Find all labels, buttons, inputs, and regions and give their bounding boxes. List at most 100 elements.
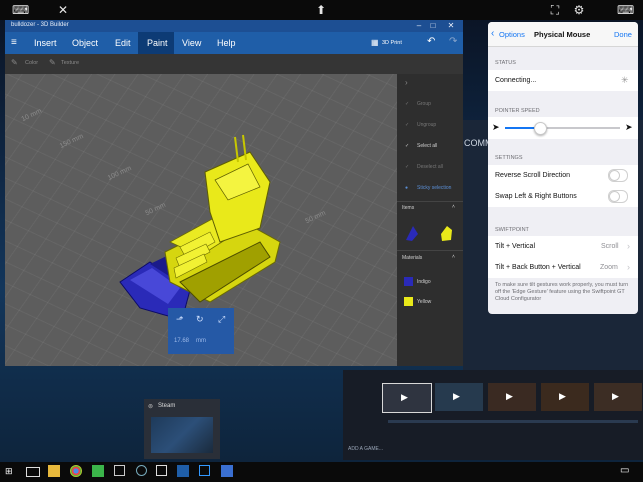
pin-icon[interactable]: ⬆ bbox=[314, 3, 328, 17]
ungroup-action[interactable]: Ungroup bbox=[417, 122, 436, 128]
menu-view[interactable]: View bbox=[182, 38, 201, 48]
start-icon[interactable]: ⊞ bbox=[5, 466, 13, 477]
print-button[interactable]: 3D Print bbox=[382, 40, 402, 46]
deselect-all-icon: ✓ bbox=[405, 164, 410, 170]
status-cell: Connecting... ✳ bbox=[488, 70, 638, 91]
visual-studio-icon[interactable] bbox=[221, 465, 233, 477]
game-thumb[interactable]: ▶ bbox=[435, 383, 483, 411]
select-all-icon: ✓ bbox=[405, 143, 410, 149]
items-title: Items bbox=[402, 205, 415, 211]
hamburger-icon[interactable]: ≡ bbox=[11, 37, 17, 48]
settings-header: SETTINGS bbox=[495, 155, 523, 161]
steam-preview bbox=[151, 417, 213, 453]
pointer-speed-slider[interactable] bbox=[533, 122, 547, 135]
chevron-up-icon[interactable]: ˄ bbox=[452, 254, 455, 260]
options-back-button[interactable]: Options bbox=[499, 30, 525, 39]
app-icon[interactable] bbox=[92, 465, 104, 477]
item-indigo-thumb[interactable] bbox=[405, 224, 419, 242]
reverse-scroll-toggle[interactable] bbox=[608, 169, 628, 182]
scale-icon[interactable]: ⤢ bbox=[218, 314, 225, 325]
add-game-button[interactable]: ADD A GAME... bbox=[348, 446, 383, 452]
select-all-action[interactable]: Select all bbox=[417, 143, 437, 149]
keyboard-icon[interactable]: ⌨ bbox=[617, 3, 634, 17]
chrome-icon[interactable] bbox=[70, 465, 82, 477]
play-icon: ▶ bbox=[453, 391, 460, 401]
undo-icon[interactable]: ↶ bbox=[427, 36, 435, 47]
3d-builder-icon[interactable] bbox=[156, 465, 167, 476]
app-icon[interactable] bbox=[114, 465, 125, 476]
status-value: Connecting... bbox=[495, 77, 537, 84]
deselect-all-action[interactable]: Deselect all bbox=[417, 164, 443, 170]
color-tool-icon[interactable]: ✎ bbox=[11, 58, 18, 67]
fullscreen-icon[interactable]: ⛶ bbox=[548, 3, 562, 17]
menu-bar: ≡ Insert Object Edit Paint View Help ▦ 3… bbox=[5, 32, 463, 54]
material-name[interactable]: Indigo bbox=[417, 279, 431, 285]
materials-title: Materials bbox=[402, 255, 423, 261]
game-thumb[interactable]: ▶ bbox=[488, 383, 536, 411]
swap-buttons-label: Swap Left & Right Buttons bbox=[495, 193, 577, 200]
back-chevron-icon[interactable]: ‹ bbox=[491, 28, 494, 39]
task-view-icon[interactable] bbox=[26, 467, 40, 477]
rotate-icon[interactable]: ↻ bbox=[196, 314, 204, 325]
game-thumb[interactable]: ▶ bbox=[541, 383, 589, 411]
scrollbar[interactable] bbox=[388, 420, 638, 423]
color-tool[interactable]: Color bbox=[25, 60, 38, 66]
steam-task-icon[interactable] bbox=[177, 465, 189, 477]
menu-insert[interactable]: Insert bbox=[34, 38, 57, 48]
reverse-scroll-label: Reverse Scroll Direction bbox=[495, 172, 571, 179]
file-explorer-icon[interactable] bbox=[48, 465, 60, 477]
fast-pointer-icon: ➤ bbox=[625, 122, 633, 132]
title-bar: bulldozer - 3D Builder – □ ✕ bbox=[5, 20, 463, 32]
maximize-icon[interactable]: □ bbox=[427, 21, 439, 30]
bulldozer-model[interactable] bbox=[110, 132, 285, 322]
texture-tool[interactable]: Texture bbox=[61, 60, 79, 66]
game-thumb[interactable]: ▶ bbox=[382, 383, 432, 413]
close-icon[interactable]: ✕ bbox=[56, 3, 70, 17]
sticky-selection-action[interactable]: Sticky selection bbox=[417, 185, 451, 191]
pointer-speed-cell: ➤ ➤ bbox=[488, 117, 638, 139]
reverse-scroll-cell: Reverse Scroll Direction bbox=[488, 165, 638, 187]
app-icon[interactable] bbox=[136, 465, 147, 476]
material-name[interactable]: Yellow bbox=[417, 299, 431, 305]
tilt-back-cell[interactable]: Tilt + Back Button + Vertical Zoom › bbox=[488, 257, 638, 278]
move-icon[interactable]: ⬏ bbox=[176, 314, 184, 325]
swap-buttons-toggle[interactable] bbox=[608, 190, 628, 203]
print-icon[interactable]: ▦ bbox=[371, 38, 379, 47]
done-button[interactable]: Done bbox=[614, 30, 632, 39]
tilt-vertical-label: Tilt + Vertical bbox=[495, 243, 536, 250]
redo-icon[interactable]: ↷ bbox=[449, 36, 457, 47]
steam-window-thumbnail[interactable]: ⊚ Steam bbox=[144, 399, 220, 459]
material-swatch-indigo[interactable] bbox=[404, 277, 413, 286]
menu-object[interactable]: Object bbox=[72, 38, 98, 48]
app-icon[interactable] bbox=[199, 465, 210, 476]
menu-edit[interactable]: Edit bbox=[115, 38, 131, 48]
menu-paint[interactable]: Paint bbox=[147, 38, 168, 48]
notification-icon[interactable]: ▭ bbox=[620, 465, 629, 476]
material-swatch-yellow[interactable] bbox=[404, 297, 413, 306]
tilt-vertical-value: Scroll bbox=[601, 243, 619, 250]
paint-toolbar: ✎ Color ✎ Texture bbox=[5, 54, 463, 74]
3d-viewport[interactable]: 10 mm 150 mm 100 mm 50 mm 50 mm ⬏ ↻ ⤢ 17… bbox=[5, 74, 397, 366]
play-icon: ▶ bbox=[506, 391, 513, 401]
item-yellow-thumb[interactable] bbox=[439, 224, 453, 242]
group-action[interactable]: Group bbox=[417, 101, 431, 107]
ungroup-icon: ✓ bbox=[405, 122, 410, 128]
measure-value[interactable]: 17.68 bbox=[174, 338, 189, 344]
swiftpoint-header: SWIFTPOINT bbox=[495, 227, 529, 233]
game-thumb[interactable]: ▶ bbox=[594, 383, 642, 411]
chevron-right-icon[interactable]: › bbox=[405, 78, 408, 87]
selection-panel: ⬏ ↻ ⤢ 17.68 mm bbox=[168, 308, 234, 354]
texture-tool-icon[interactable]: ✎ bbox=[49, 58, 56, 67]
keyboard-icon[interactable]: ⌨ bbox=[12, 3, 29, 17]
chevron-right-icon: › bbox=[627, 262, 630, 272]
popover-header: ‹ Options Physical Mouse Done bbox=[488, 22, 638, 47]
menu-help[interactable]: Help bbox=[217, 38, 236, 48]
settings-icon[interactable]: ⚙ bbox=[572, 3, 586, 17]
status-header: STATUS bbox=[495, 60, 516, 66]
minimize-icon[interactable]: – bbox=[413, 21, 425, 30]
steam-label: Steam bbox=[158, 403, 176, 409]
toggle-knob bbox=[609, 191, 620, 202]
close-icon[interactable]: ✕ bbox=[445, 21, 457, 30]
tilt-vertical-cell[interactable]: Tilt + Vertical Scroll › bbox=[488, 236, 638, 258]
chevron-up-icon[interactable]: ˄ bbox=[452, 204, 455, 210]
